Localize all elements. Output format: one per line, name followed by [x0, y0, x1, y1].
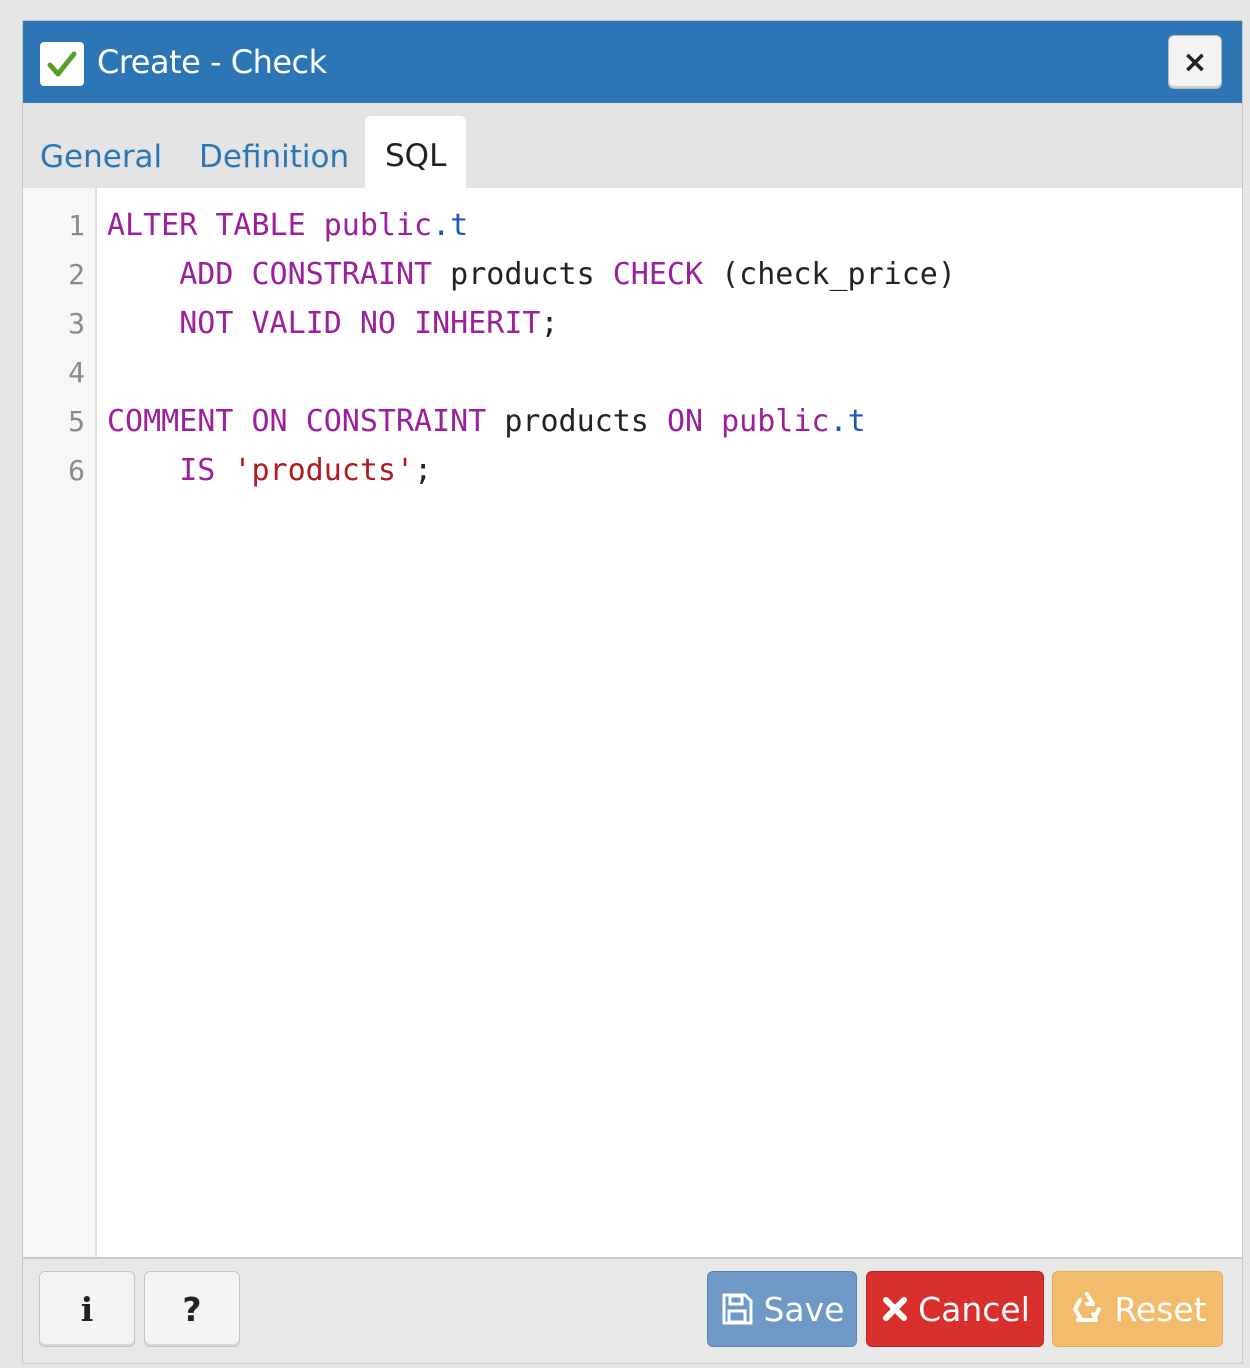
save-label: Save [763, 1289, 845, 1329]
code-line: ADD CONSTRAINT products CHECK (check_pri… [179, 257, 956, 292]
code-line: COMMENT ON CONSTRAINT products ON public… [107, 404, 866, 439]
save-button[interactable]: Save [707, 1271, 857, 1347]
close-button[interactable]: × [1168, 35, 1222, 89]
line-number: 4 [68, 356, 85, 389]
line-number: 3 [68, 307, 85, 340]
close-icon: × [1182, 44, 1208, 80]
code-line: NOT VALID NO INHERIT; [179, 306, 559, 341]
close-icon [880, 1294, 910, 1324]
cancel-button[interactable]: Cancel [866, 1271, 1044, 1347]
reset-button[interactable]: Reset [1052, 1271, 1223, 1347]
line-number: 2 [68, 258, 85, 291]
line-number-gutter: 1 2 3 4 5 6 [23, 188, 97, 1257]
create-check-dialog: Create - Check × General Definition SQL … [22, 20, 1243, 1364]
code-line: ALTER TABLE public.t [107, 208, 469, 243]
help-button[interactable]: ? [144, 1271, 240, 1347]
info-icon: i [80, 1289, 94, 1329]
cancel-label: Cancel [918, 1289, 1030, 1329]
help-icon: ? [182, 1289, 202, 1329]
tab-general[interactable]: General [40, 139, 162, 175]
line-number: 6 [68, 454, 85, 487]
tab-sql[interactable]: SQL [365, 116, 467, 188]
sql-editor[interactable]: 1 2 3 4 5 6 ALTER TABLE public.t ADD CON… [23, 188, 1242, 1259]
line-number: 5 [68, 405, 85, 438]
floppy-disk-icon [719, 1291, 755, 1327]
checkmark-icon [40, 42, 84, 86]
tab-definition[interactable]: Definition [199, 139, 349, 175]
dialog-titlebar[interactable]: Create - Check × [23, 21, 1242, 103]
code-line: IS 'products'; [179, 453, 433, 488]
info-button[interactable]: i [39, 1271, 135, 1347]
line-number: 1 [68, 209, 85, 242]
dialog-title: Create - Check [97, 43, 327, 81]
dialog-footer: i ? Save Cancel Reset [23, 1259, 1242, 1363]
reset-label: Reset [1114, 1289, 1207, 1329]
tab-bar: General Definition SQL [23, 103, 1242, 188]
recycle-icon [1068, 1290, 1106, 1328]
